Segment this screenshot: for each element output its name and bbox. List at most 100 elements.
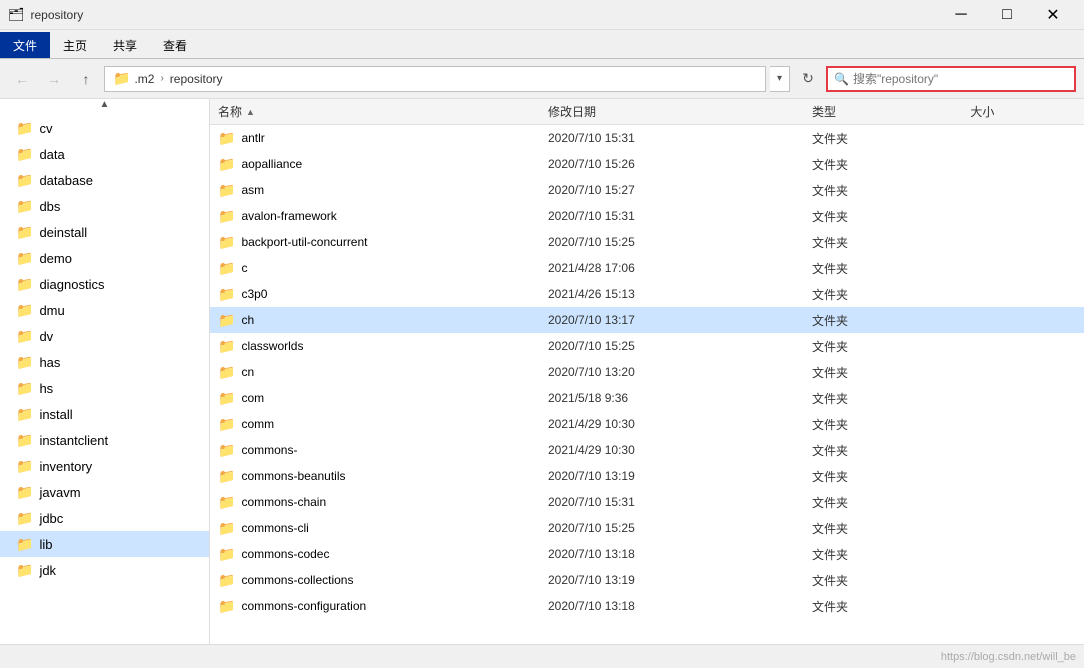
table-row[interactable]: 📁 asm 2020/7/10 15:27 文件夹 [210, 177, 1084, 203]
folder-icon: 📁 [16, 354, 33, 371]
table-row[interactable]: 📁 avalon-framework 2020/7/10 15:31 文件夹 [210, 203, 1084, 229]
file-name-label: avalon-framework [241, 209, 336, 223]
sidebar-item-dmu[interactable]: 📁dmu [0, 297, 209, 323]
table-row[interactable]: 📁 comm 2021/4/29 10:30 文件夹 [210, 411, 1084, 437]
table-row[interactable]: 📁 commons-beanutils 2020/7/10 13:19 文件夹 [210, 463, 1084, 489]
table-row[interactable]: 📁 cn 2020/7/10 13:20 文件夹 [210, 359, 1084, 385]
minimize-button[interactable]: ─ [938, 0, 984, 30]
main-content: ▲ 📁cv📁data📁database📁dbs📁deinstall📁demo📁d… [0, 99, 1084, 644]
file-folder-icon: 📁 [218, 468, 235, 485]
tab-share[interactable]: 共享 [100, 32, 150, 58]
tab-file[interactable]: 文件 [0, 32, 50, 58]
table-row[interactable]: 📁 commons-cli 2020/7/10 15:25 文件夹 [210, 515, 1084, 541]
sidebar-scroll-up[interactable]: ▲ [0, 99, 209, 115]
sidebar-item-instantclient[interactable]: 📁instantclient [0, 427, 209, 453]
table-row[interactable]: 📁 commons-collections 2020/7/10 13:19 文件… [210, 567, 1084, 593]
table-row[interactable]: 📁 ch 2020/7/10 13:17 文件夹 [210, 307, 1084, 333]
table-row[interactable]: 📁 backport-util-concurrent 2020/7/10 15:… [210, 229, 1084, 255]
folder-icon: 📁 [16, 458, 33, 475]
sidebar-item-diagnostics[interactable]: 📁diagnostics [0, 271, 209, 297]
sidebar-item-jdk[interactable]: 📁jdk [0, 557, 209, 583]
table-row[interactable]: 📁 antlr 2020/7/10 15:31 文件夹 [210, 125, 1084, 151]
file-type: 文件夹 [812, 312, 970, 329]
file-type: 文件夹 [812, 598, 970, 615]
sidebar-item-dv[interactable]: 📁dv [0, 323, 209, 349]
tab-home[interactable]: 主页 [50, 32, 100, 58]
address-dropdown[interactable]: ▾ [770, 66, 790, 92]
forward-button[interactable]: → [40, 66, 68, 92]
file-list-header: 名称 ▲ 修改日期 类型 大小 [210, 99, 1084, 125]
back-button[interactable]: ← [8, 66, 36, 92]
file-type: 文件夹 [812, 546, 970, 563]
file-folder-icon: 📁 [218, 234, 235, 251]
column-name[interactable]: 名称 ▲ [218, 103, 548, 120]
search-input[interactable] [853, 72, 1068, 86]
sidebar-item-dbs[interactable]: 📁dbs [0, 193, 209, 219]
file-date: 2021/4/26 15:13 [548, 287, 812, 301]
file-type: 文件夹 [812, 468, 970, 485]
sidebar-item-data[interactable]: 📁data [0, 141, 209, 167]
file-name-label: commons-configuration [241, 599, 366, 613]
sidebar-item-inventory[interactable]: 📁inventory [0, 453, 209, 479]
file-name-label: cn [241, 365, 254, 379]
table-row[interactable]: 📁 commons-chain 2020/7/10 15:31 文件夹 [210, 489, 1084, 515]
folder-icon: 📁 [16, 146, 33, 163]
tab-view[interactable]: 查看 [150, 32, 200, 58]
file-date: 2020/7/10 15:31 [548, 495, 812, 509]
maximize-button[interactable]: □ [984, 0, 1030, 30]
table-row[interactable]: 📁 com 2021/5/18 9:36 文件夹 [210, 385, 1084, 411]
close-button[interactable]: ✕ [1030, 0, 1076, 30]
file-type: 文件夹 [812, 572, 970, 589]
folder-icon: 📁 [16, 224, 33, 241]
table-row[interactable]: 📁 c 2021/4/28 17:06 文件夹 [210, 255, 1084, 281]
table-row[interactable]: 📁 aopalliance 2020/7/10 15:26 文件夹 [210, 151, 1084, 177]
file-folder-icon: 📁 [218, 572, 235, 589]
file-name-label: ch [241, 313, 254, 327]
sidebar-item-cv[interactable]: 📁cv [0, 115, 209, 141]
refresh-button[interactable]: ↻ [794, 66, 822, 92]
table-row[interactable]: 📁 commons- 2021/4/29 10:30 文件夹 [210, 437, 1084, 463]
column-type[interactable]: 类型 [812, 103, 970, 120]
sidebar-item-demo[interactable]: 📁demo [0, 245, 209, 271]
column-date[interactable]: 修改日期 [548, 103, 812, 120]
up-button[interactable]: ↑ [72, 66, 100, 92]
table-row[interactable]: 📁 classworlds 2020/7/10 15:25 文件夹 [210, 333, 1084, 359]
file-type: 文件夹 [812, 338, 970, 355]
sidebar-item-deinstall[interactable]: 📁deinstall [0, 219, 209, 245]
title-bar-icon: 🗂 [8, 7, 25, 23]
sidebar-item-jdbc[interactable]: 📁jdbc [0, 505, 209, 531]
ribbon: 文件 主页 共享 查看 [0, 30, 1084, 59]
file-folder-icon: 📁 [218, 260, 235, 277]
file-type: 文件夹 [812, 260, 970, 277]
sidebar-item-database[interactable]: 📁database [0, 167, 209, 193]
file-name-label: comm [241, 417, 274, 431]
sidebar-item-label: cv [39, 121, 52, 136]
search-icon: 🔍 [834, 72, 849, 86]
file-rows: 📁 antlr 2020/7/10 15:31 文件夹 📁 aopallianc… [210, 125, 1084, 619]
table-row[interactable]: 📁 c3p0 2021/4/26 15:13 文件夹 [210, 281, 1084, 307]
file-name-label: commons-chain [241, 495, 326, 509]
file-date: 2021/4/29 10:30 [548, 443, 812, 457]
table-row[interactable]: 📁 commons-codec 2020/7/10 13:18 文件夹 [210, 541, 1084, 567]
column-size[interactable]: 大小 [970, 103, 1076, 120]
address-path[interactable]: 📁 .m2 › repository [104, 66, 766, 92]
sidebar-item-has[interactable]: 📁has [0, 349, 209, 375]
folder-icon: 📁 [16, 432, 33, 449]
file-folder-icon: 📁 [218, 338, 235, 355]
file-type: 文件夹 [812, 234, 970, 251]
sidebar-item-lib[interactable]: 📁lib [0, 531, 209, 557]
sidebar-item-label: demo [39, 251, 72, 266]
folder-icon: 📁 [16, 328, 33, 345]
table-row[interactable]: 📁 commons-configuration 2020/7/10 13:18 … [210, 593, 1084, 619]
sidebar-item-install[interactable]: 📁install [0, 401, 209, 427]
file-date: 2020/7/10 15:25 [548, 235, 812, 249]
sidebar-items: 📁cv📁data📁database📁dbs📁deinstall📁demo📁dia… [0, 115, 209, 583]
sidebar-item-javavm[interactable]: 📁javavm [0, 479, 209, 505]
file-type: 文件夹 [812, 208, 970, 225]
file-name-label: aopalliance [241, 157, 302, 171]
sidebar-item-label: jdk [39, 563, 56, 578]
file-type: 文件夹 [812, 182, 970, 199]
folder-icon: 📁 [113, 70, 130, 87]
file-date: 2020/7/10 15:26 [548, 157, 812, 171]
sidebar-item-hs[interactable]: 📁hs [0, 375, 209, 401]
